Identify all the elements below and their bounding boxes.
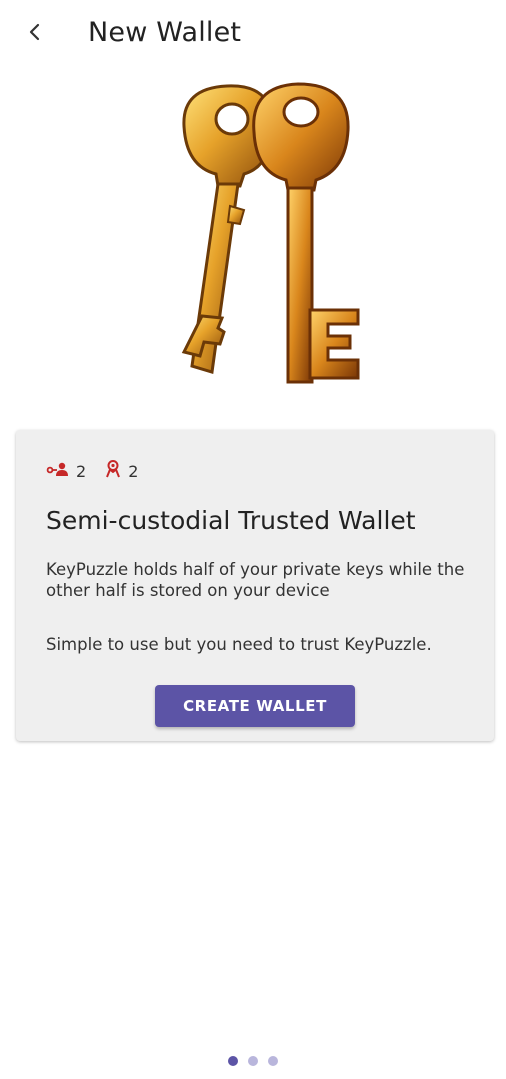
create-wallet-button[interactable]: CREATE WALLET bbox=[155, 685, 355, 727]
wallet-note: Simple to use but you need to trust KeyP… bbox=[46, 635, 432, 654]
keys-illustration bbox=[32, 66, 480, 404]
wallet-type-title: Semi-custodial Trusted Wallet bbox=[46, 506, 416, 535]
page-dot-3[interactable] bbox=[268, 1056, 278, 1066]
chevron-left-icon bbox=[27, 22, 41, 46]
user-key-icon bbox=[46, 461, 70, 481]
stat-shared-keys-value: 2 bbox=[128, 461, 139, 481]
page-title: New Wallet bbox=[88, 17, 242, 48]
app-bar: New Wallet bbox=[0, 0, 506, 68]
page-dot-1[interactable] bbox=[228, 1056, 238, 1066]
wallet-option-card: 2 2 Semi-custodial Trusted Wallet KeyPuz… bbox=[16, 430, 494, 741]
key-stats: 2 2 bbox=[46, 460, 138, 482]
wallet-description: KeyPuzzle holds half of your private key… bbox=[46, 560, 465, 600]
person-keyhole-icon bbox=[104, 460, 122, 482]
stat-user-keys-value: 2 bbox=[76, 461, 87, 481]
page-dot-2[interactable] bbox=[248, 1056, 258, 1066]
stat-shared-keys: 2 bbox=[104, 460, 138, 482]
page-indicator bbox=[0, 1056, 506, 1066]
stat-user-keys: 2 bbox=[46, 461, 86, 481]
back-button[interactable] bbox=[18, 18, 50, 50]
